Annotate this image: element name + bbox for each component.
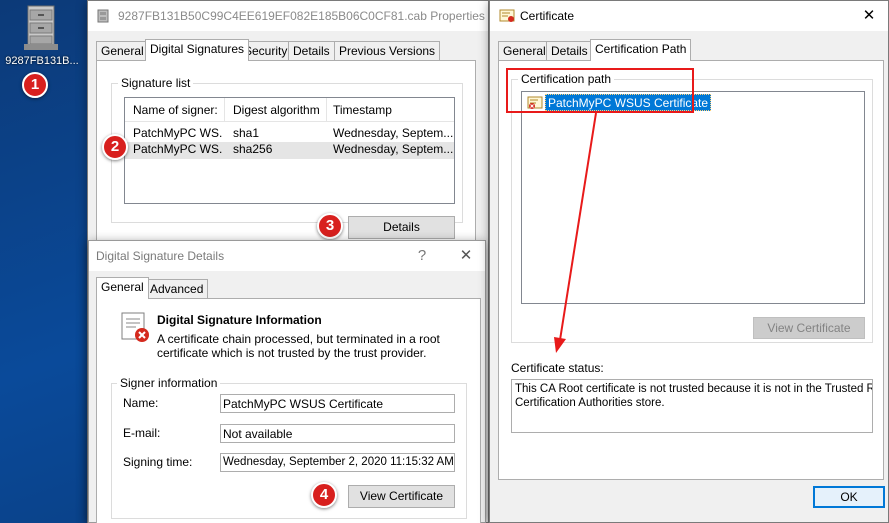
annotation-arrow <box>554 112 597 353</box>
tab-general[interactable]: General <box>96 277 149 299</box>
tab-certification-path[interactable]: Certification Path <box>590 39 692 61</box>
tab-digital-signatures[interactable]: Digital Signatures <box>145 39 250 61</box>
